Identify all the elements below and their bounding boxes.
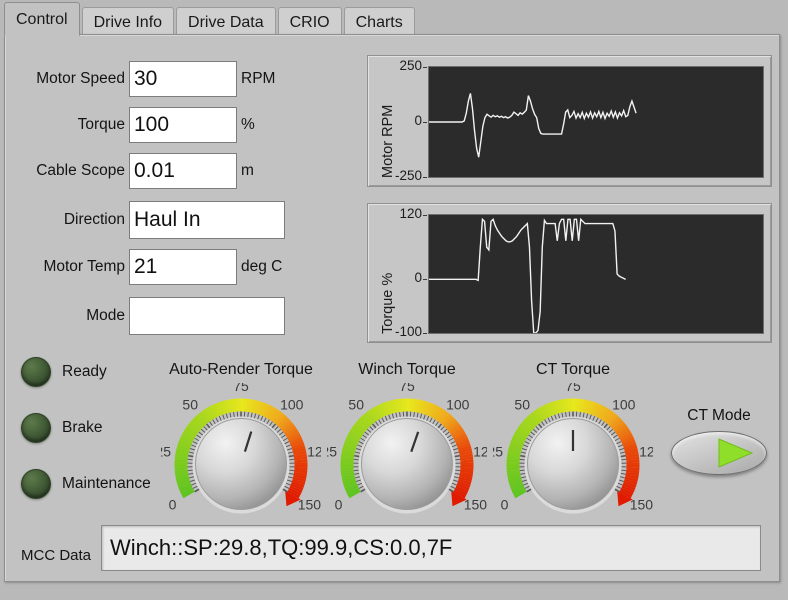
knob-title-2: CT Torque: [535, 361, 611, 378]
tab-charts[interactable]: Charts: [343, 7, 415, 36]
knob-1-tick-100: 100: [446, 396, 470, 412]
knob-title-1: Winch Torque: [358, 361, 456, 378]
led-indicator-brake: [21, 413, 51, 443]
knob-0-tick-150: 150: [298, 497, 321, 513]
chart-motor-rpm: Motor RPM -250 0 250: [367, 55, 772, 187]
knob-title-0: Auto-Render Torque: [169, 361, 313, 378]
led-row-maintenance: Maintenance: [21, 469, 151, 499]
chart-trace: [429, 93, 637, 158]
knob-body-0: [195, 418, 287, 510]
led-row-brake: Brake: [21, 413, 103, 443]
field-mode: Mode: [19, 297, 285, 335]
knob-0-tick-50: 50: [182, 396, 198, 412]
knob-0-tick-100: 100: [280, 396, 304, 412]
tab-crio[interactable]: CRIO: [277, 7, 342, 36]
knob-1-tick-125: 125: [473, 443, 487, 459]
ytick-mark-1-2: [423, 215, 427, 216]
field-motor-temp: Motor Temp 21 deg C: [19, 249, 282, 285]
led-label-ready: Ready: [62, 363, 107, 380]
knob-ct-torque[interactable]: CT Torque 0 25 50 75 100 125 150: [493, 361, 653, 543]
knob-2-tick-150: 150: [630, 497, 653, 513]
input-direction[interactable]: Haul In: [129, 201, 285, 239]
control-tab-panel: Motor Speed 30 RPM Torque 100 % Cable Sc…: [4, 34, 780, 582]
knob-2-tick-125: 125: [639, 443, 653, 459]
ct-mode-toggle[interactable]: [671, 431, 767, 475]
field-label-mode: Mode: [86, 307, 125, 324]
chart-plot-motor-rpm: [428, 66, 764, 178]
input-torque[interactable]: 100: [129, 107, 237, 143]
knob-1-tick-50: 50: [348, 396, 364, 412]
knob-0-tick-75: 75: [233, 383, 249, 394]
chart-trace: [429, 217, 626, 334]
ct-mode-toggle-wrap: CT Mode: [671, 407, 767, 479]
field-label-motor-temp: Motor Temp: [43, 258, 125, 275]
field-label-direction: Direction: [63, 211, 125, 228]
field-direction: Direction Haul In: [19, 201, 285, 239]
knob-2-tick-0: 0: [501, 497, 509, 513]
knob-2-tick-25: 25: [493, 443, 503, 459]
tab-drive-data[interactable]: Drive Data: [176, 7, 276, 36]
led-indicator-maintenance: [21, 469, 51, 499]
knob-0-tick-0: 0: [169, 497, 177, 513]
ct-mode-on-indicator-icon: [718, 438, 754, 468]
knob-1-tick-25: 25: [327, 443, 337, 459]
chart-torque-pct: Torque % -100 0 120: [367, 203, 772, 343]
knob-2-tick-50: 50: [514, 396, 530, 412]
ytick-label-1-0: -100: [394, 324, 422, 339]
tab-control[interactable]: Control: [4, 2, 80, 36]
led-label-brake: Brake: [62, 419, 103, 436]
field-torque: Torque 100 %: [19, 107, 255, 143]
knob-body-1: [361, 418, 453, 510]
unit-cable-scope: m: [241, 162, 254, 179]
chart-plot-torque-pct: [428, 214, 764, 334]
ytick-mark-0-0: [423, 177, 427, 178]
knob-1-tick-0: 0: [335, 497, 343, 513]
led-row-ready: Ready: [21, 357, 107, 387]
ytick-label-1-2: 120: [399, 206, 422, 221]
input-motor-speed[interactable]: 30: [129, 61, 237, 97]
input-mode[interactable]: [129, 297, 285, 335]
knob-0-tick-25: 25: [161, 443, 171, 459]
ytick-mark-1-1: [423, 279, 427, 281]
field-label-cable-scope: Cable Scope: [36, 162, 125, 179]
ytick-label-0-0: -250: [394, 168, 422, 183]
unit-motor-speed: RPM: [241, 70, 276, 87]
ytick-label-1-1: 0: [414, 270, 422, 286]
knob-1-tick-150: 150: [464, 497, 487, 513]
field-cable-scope: Cable Scope 0.01 m: [19, 153, 254, 189]
field-label-torque: Torque: [77, 116, 125, 133]
mcc-data-label: MCC Data: [21, 547, 92, 564]
ytick-label-0-1: 0: [414, 113, 422, 128]
ytick-mark-0-2: [423, 67, 427, 68]
ytick-mark-0-1: [423, 122, 427, 123]
tab-drive-info[interactable]: Drive Info: [81, 7, 175, 36]
field-label-motor-speed: Motor Speed: [36, 70, 125, 87]
knob-winch-torque[interactable]: Winch Torque 0 25 50 75 100 125 150: [327, 361, 487, 543]
led-indicator-ready: [21, 357, 51, 387]
knob-auto-render-torque[interactable]: Auto-Render Torque 0 25 50 75 100 125 150: [161, 361, 321, 543]
knob-1-tick-75: 75: [399, 383, 415, 394]
unit-torque: %: [241, 116, 255, 133]
knob-2-tick-100: 100: [612, 396, 636, 412]
mcc-data-value: Winch::SP:29.8,TQ:99.9,CS:0.0,7F: [101, 525, 761, 571]
ytick-label-0-2: 250: [399, 58, 422, 73]
ct-mode-label: CT Mode: [687, 407, 751, 424]
tab-bar: Control Drive Info Drive Data CRIO Charts: [4, 2, 417, 36]
input-cable-scope[interactable]: 0.01: [129, 153, 237, 189]
knob-0-tick-125: 125: [307, 443, 321, 459]
field-motor-speed: Motor Speed 30 RPM: [19, 61, 275, 97]
control-panel-window: Control Drive Info Drive Data CRIO Charts Mo…: [0, 0, 788, 600]
ytick-mark-1-0: [423, 333, 427, 334]
unit-motor-temp: deg C: [241, 258, 283, 275]
input-motor-temp[interactable]: 21: [129, 249, 237, 285]
led-label-maintenance: Maintenance: [62, 475, 151, 492]
knob-2-tick-75: 75: [565, 383, 581, 394]
